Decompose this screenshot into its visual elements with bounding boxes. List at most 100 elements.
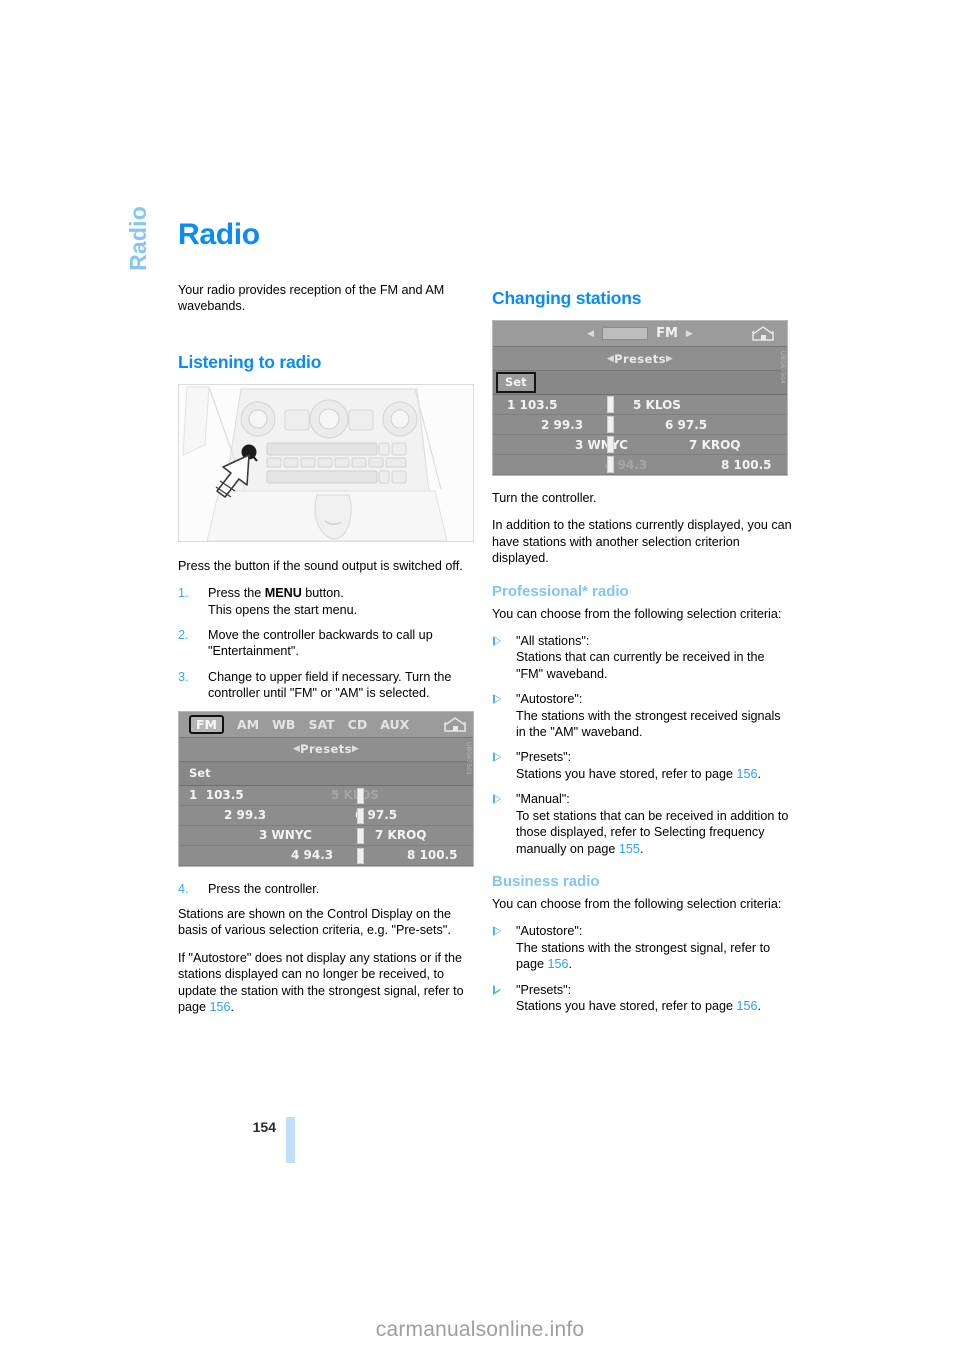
professional-lead: You can choose from the following select… [492,606,782,621]
dashboard-illustration [179,384,473,541]
triangle-bullet-icon [493,752,501,763]
scrollbar-track[interactable] [357,807,364,824]
list-item: "Autostore": The stations with the stron… [492,691,792,740]
item-title: "Autostore": [516,692,583,707]
page-ref-156[interactable]: 156 [737,767,758,781]
scrollbar-track[interactable] [357,827,364,844]
tab-sat[interactable]: SAT [308,717,334,732]
scrollbar-track[interactable] [607,436,614,453]
preset-5[interactable]: 5 KLOS [633,398,681,412]
triangle-bullet-icon [493,926,501,937]
preset-4[interactable]: 4 94.3 [291,848,333,862]
home-icon[interactable] [443,716,467,733]
step-text: Move the controller backwards to call up… [208,628,433,659]
preset-row: 2 99.3 6 97.5 [493,415,787,435]
preset-8[interactable]: 8 100.5 [721,458,772,472]
preset-1[interactable]: 1 103.5 [189,788,244,802]
step-item: 1. Press the MENU button. This opens the … [178,585,478,618]
left-column: Radio Your radio provides reception of t… [178,218,478,1027]
business-criteria-list: "Autostore": The stations with the stron… [492,923,792,1014]
preset-row: 3 WNYC 7 KROQ [493,435,787,455]
item-desc: Stations you have stored, refer to page … [516,998,762,1013]
preset-row: 3 WNYC 7 KROQ [179,826,473,846]
preset-5[interactable]: 5 KLOS [331,788,379,802]
item-title: "Presets": [516,982,572,997]
list-item: "Autostore": The stations with the stron… [492,923,792,972]
step-number: 1. [178,586,189,601]
radio-display-changing: ◀ FM ▶ ◀ Presets ▶ Set 1 103.5 5 KLOS 2 … [492,320,788,476]
list-item: "All stations": Stations that can curren… [492,633,792,682]
section-heading-changing: Changing stations [492,288,642,308]
chapter-tab-label: Radio [124,206,151,271]
scrollbar-track[interactable] [607,456,614,473]
presets-nav-bar[interactable]: ◀ Presets ▶ [493,347,787,371]
preset-7[interactable]: 7 KROQ [375,828,427,842]
presets-grid: 1 103.5 5 KLOS 2 99.3 6 97.5 3 WNYC 7 KR… [179,786,473,866]
tab-am[interactable]: AM [237,717,259,732]
preset-8[interactable]: 8 100.5 [407,848,458,862]
item-title: "Manual": [516,792,570,807]
set-bar: Set [493,371,787,395]
tab-cd[interactable]: CD [348,717,368,732]
list-item: "Presets": Stations you have stored, ref… [492,982,792,1015]
item-title: "All stations": [516,634,590,649]
tab-aux[interactable]: AUX [380,717,409,732]
tab-wb[interactable]: WB [272,717,295,732]
preset-6[interactable]: 6 97.5 [665,418,707,432]
right-column: Changing stations ◀ FM ▶ ◀ Presets ▶ Set… [492,288,792,1023]
band-badge-icon [602,327,649,340]
menu-button-label: MENU [264,586,302,601]
figure-code: UB0A7504 [779,351,785,385]
home-icon[interactable] [751,325,775,342]
set-button[interactable]: Set [182,765,218,782]
page-ref-156[interactable]: 156 [737,999,758,1013]
presets-nav-bar[interactable]: ◀ Presets ▶ [179,737,473,762]
step-item: 2. Move the controller backwards to call… [178,627,478,660]
chevron-left-icon[interactable]: ◀ [293,744,300,754]
photo-followup-text: Press the button if the sound output is … [178,558,463,573]
step-text: Change to upper field if necessary. Turn… [208,669,452,701]
preset-7[interactable]: 7 KROQ [689,438,741,452]
triangle-bullet-icon [493,984,501,995]
page-ref-156[interactable]: 156 [548,957,569,971]
subheading-business-radio: Business radio [492,872,600,890]
item-desc: Stations that can currently be received … [516,650,765,681]
item-title: "Autostore": [516,924,583,939]
preset-3[interactable]: 3 WNYC [575,438,628,452]
preset-3[interactable]: 3 WNYC [259,828,312,842]
set-button[interactable]: Set [496,372,536,393]
chevron-right-icon[interactable]: ▶ [666,354,673,364]
scrollbar-track[interactable] [607,416,614,433]
preset-row: 1 103.5 5 KLOS [493,395,787,415]
list-item: "Presets": Stations you have stored, ref… [492,749,792,782]
scrollbar-thumb[interactable] [607,396,614,413]
scrollbar-track[interactable] [357,847,364,864]
page-ref-155[interactable]: 155 [619,842,640,856]
set-bar: Set [179,761,473,786]
control-display-paragraph: Stations are shown on the Control Displa… [178,907,452,938]
chevron-right-icon[interactable]: ▶ [352,744,359,754]
page-ref-156[interactable]: 156 [210,1000,231,1014]
item-desc: Stations you have stored, refer to page … [516,766,762,781]
business-lead: You can choose from the following select… [492,896,782,911]
chevron-left-icon[interactable]: ◀ [587,329,594,339]
radio-display-presets: FM AM WB SAT CD AUX ◀ Presets ▶ Set 1 10… [178,710,474,867]
step-text: Press the controller. [208,881,320,896]
section-heading-listening: Listening to radio [178,351,322,372]
scrollbar-thumb[interactable] [357,787,364,804]
preset-2[interactable]: 2 99.3 [541,418,583,432]
step-number: 3. [178,669,189,684]
presets-label: Presets [300,742,352,757]
item-desc: The stations with the strongest signal, … [516,940,771,972]
preset-2[interactable]: 2 99.3 [224,808,266,822]
chapter-tab: Radio [118,206,158,346]
preset-1[interactable]: 1 103.5 [507,398,558,412]
step-item: 4. Press the controller. [178,881,478,897]
chevron-left-icon[interactable]: ◀ [607,354,614,364]
chevron-right-icon[interactable]: ▶ [686,329,693,339]
triangle-bullet-icon [493,636,501,647]
steps-list-2: 4. Press the controller. [178,881,478,897]
band-label: FM [656,326,678,341]
page-number: 154 [252,1119,276,1135]
tab-fm[interactable]: FM [189,714,224,734]
